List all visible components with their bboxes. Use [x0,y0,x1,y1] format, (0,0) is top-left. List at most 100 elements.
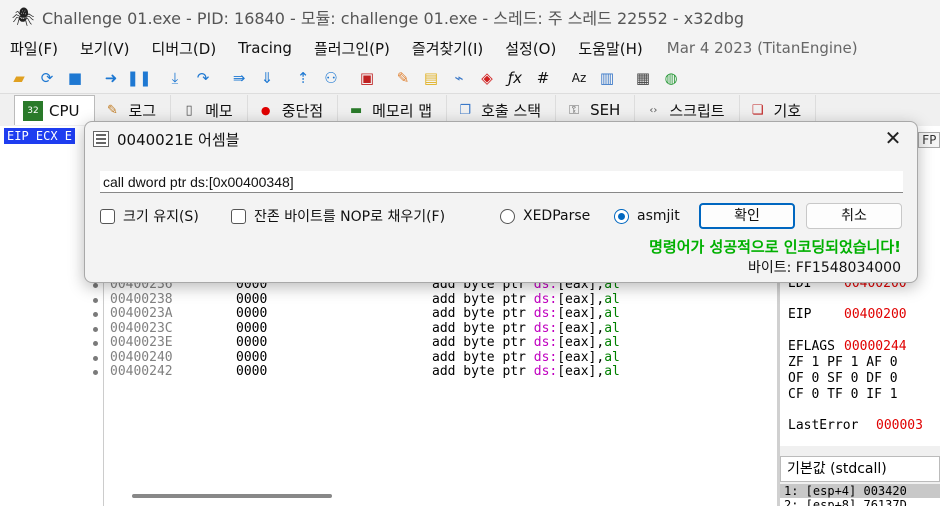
fpu-tab[interactable]: FP [918,132,940,148]
horizontal-scrollbar[interactable] [132,494,332,498]
instr-mnemonic: add byte ptr [432,291,534,307]
function-icon[interactable]: ƒx [502,66,528,90]
memory-icon: ▬ [349,102,363,118]
menu-plugins[interactable]: 플러그인(P) [314,38,390,59]
disasm-instruction: add byte ptr ds:[eax],al [432,320,620,337]
callstack-icon: ❐ [459,102,471,118]
instr-segment: ds: [533,320,558,336]
register-eflags-value[interactable]: 00000244 [844,339,907,354]
close-icon[interactable]: ✕ [881,126,905,150]
lasterror-value[interactable]: 000003 [876,418,923,433]
x32dbg-window: 🕷 Challenge 01.exe - PID: 16840 - 모듈: ch… [0,0,940,506]
tab-label: 기호 [773,101,802,120]
trace-over-icon[interactable]: ⇓ [254,66,280,90]
breakpoint-dot-icon[interactable] [93,297,98,303]
stack-args-view[interactable]: 1: [esp+4] 003420 2: [esp+8] 76137D [780,484,940,506]
breakpoint-dot-icon[interactable] [93,355,98,361]
menu-view[interactable]: 보기(V) [80,38,130,59]
symbol-icon[interactable]: ▥ [594,66,620,90]
encoded-bytes: 바이트: FF1548034000 [748,260,901,276]
asmjit-radio[interactable]: asmjit [614,205,680,227]
flags-row-2: OF 0 SF 0 DF 0 [788,371,898,386]
stack-arg-row[interactable]: 1: [esp+4] 003420 [780,484,940,498]
disasm-bytes: 0000 [236,335,268,350]
asmjit-label: asmjit [637,208,680,224]
menu-file[interactable]: 파일(F) [10,38,58,59]
instr-memory: [eax] [557,335,597,350]
ok-button[interactable]: 확인 [699,203,795,229]
patch-icon[interactable]: ✎ [390,66,416,90]
run-icon[interactable]: ➜ [98,66,124,90]
keep-size-checkbox[interactable]: 크기 유지(S) [100,205,199,227]
execute-till-return-icon[interactable]: ⇡ [290,66,316,90]
instr-memory: [eax] [557,291,597,307]
run-to-user-code-icon[interactable]: ⚇ [318,66,344,90]
comment-icon[interactable]: ▤ [418,66,444,90]
menu-tracing[interactable]: Tracing [238,39,292,57]
disasm-row[interactable]: 0040023A 0000 add byte ptr ds:[eax],al [90,306,778,322]
trace-into-icon[interactable]: ⇛ [226,66,252,90]
register-eip-value[interactable]: 00400200 [844,307,907,322]
cancel-button[interactable]: 취소 [806,203,902,229]
disasm-row[interactable]: 00400238 0000 add byte ptr ds:[eax],al [90,291,778,308]
step-into-icon[interactable]: ⤓ [162,66,188,90]
instr-segment: ds: [533,291,558,307]
calculator-icon[interactable]: ▦ [630,66,656,90]
disasm-bytes: 0000 [236,306,268,321]
instr-register: al [604,320,620,336]
build-info: Mar 4 2023 (TitanEngine) [666,39,858,57]
title-bar: 🕷 Challenge 01.exe - PID: 16840 - 모듈: ch… [0,0,940,34]
breakpoint-dot-icon[interactable] [93,312,98,317]
stop-icon[interactable]: ■ [62,66,88,90]
disasm-row[interactable]: 0040023C 0000 add byte ptr ds:[eax],al [90,320,778,337]
fill-nop-checkbox[interactable]: 잔존 바이트를 NOP로 채우기(F) [231,205,445,227]
disasm-address: 0040023A [110,306,173,321]
disasm-bytes: 0000 [236,320,268,336]
menu-help[interactable]: 도움말(H) [578,38,642,59]
tab-cpu[interactable]: 32 CPU [14,95,95,125]
menu-debug[interactable]: 디버그(D) [152,38,217,59]
hash-icon[interactable]: # [530,66,556,90]
instr-register: al [604,306,620,321]
open-icon[interactable]: ▰ [6,66,32,90]
restart-icon[interactable]: ⟳ [34,66,60,90]
tab-label: 로그 [128,101,157,120]
pause-icon[interactable]: ❚❚ [126,66,152,90]
label-icon[interactable]: ⌁ [446,66,472,90]
disasm-instruction: add byte ptr ds:[eax],al [432,364,620,380]
calling-convention-select[interactable]: 기본값 (stdcall) [780,456,940,482]
assemble-dialog: 0040021E 어셈블 ✕ 크기 유지(S) 잔존 바이트를 NOP로 채우기… [84,121,918,283]
breakpoint-dot-icon[interactable] [93,341,98,346]
disasm-address: 00400242 [110,364,173,379]
scylla-icon[interactable]: ▣ [354,66,380,90]
instr-segment: ds: [533,306,558,321]
bug-icon: 🕷 [11,6,35,28]
encode-status: 명령어가 성공적으로 인코딩되었습니다! [649,238,901,256]
disasm-row[interactable]: 00400240 0000 add byte ptr ds:[eax],al [90,349,778,366]
lasterror-label: LastError [788,418,859,433]
breakpoint-dot-icon[interactable] [93,326,98,332]
disasm-row[interactable]: 00400242 0000 add byte ptr ds:[eax],al [90,364,778,380]
disasm-address: 00400240 [110,349,173,365]
disasm-bytes: 0000 [236,364,268,379]
font-icon[interactable]: Aᴢ [566,66,592,90]
tab-label: SEH [590,101,621,119]
disasm-bytes: 0000 [236,349,268,365]
dialog-window-icon [93,131,109,147]
xedparse-radio[interactable]: XEDParse [500,205,590,227]
breakpoint-dot-icon[interactable] [93,370,98,375]
breakpoint-icon: ● [260,103,271,117]
step-over-icon[interactable]: ↷ [190,66,216,90]
stack-arg-row[interactable]: 2: [esp+8] 76137D [780,498,940,506]
bookmark-icon[interactable]: ◈ [474,66,500,90]
breakpoint-dot-icon[interactable] [93,283,98,288]
instr-mnemonic: add byte ptr [432,306,534,321]
menu-options[interactable]: 설정(O) [505,38,556,59]
dialog-title: 0040021E 어셈블 [117,130,240,149]
menu-favourites[interactable]: 즐겨찾기(I) [412,38,483,59]
disasm-row[interactable]: 0040023E 0000 add byte ptr ds:[eax],al [90,335,778,351]
register-label: EIP ECX E [4,128,76,144]
assembly-input[interactable] [100,171,903,193]
globe-icon[interactable]: ◍ [658,66,684,90]
keep-size-label: 크기 유지(S) [123,209,199,225]
